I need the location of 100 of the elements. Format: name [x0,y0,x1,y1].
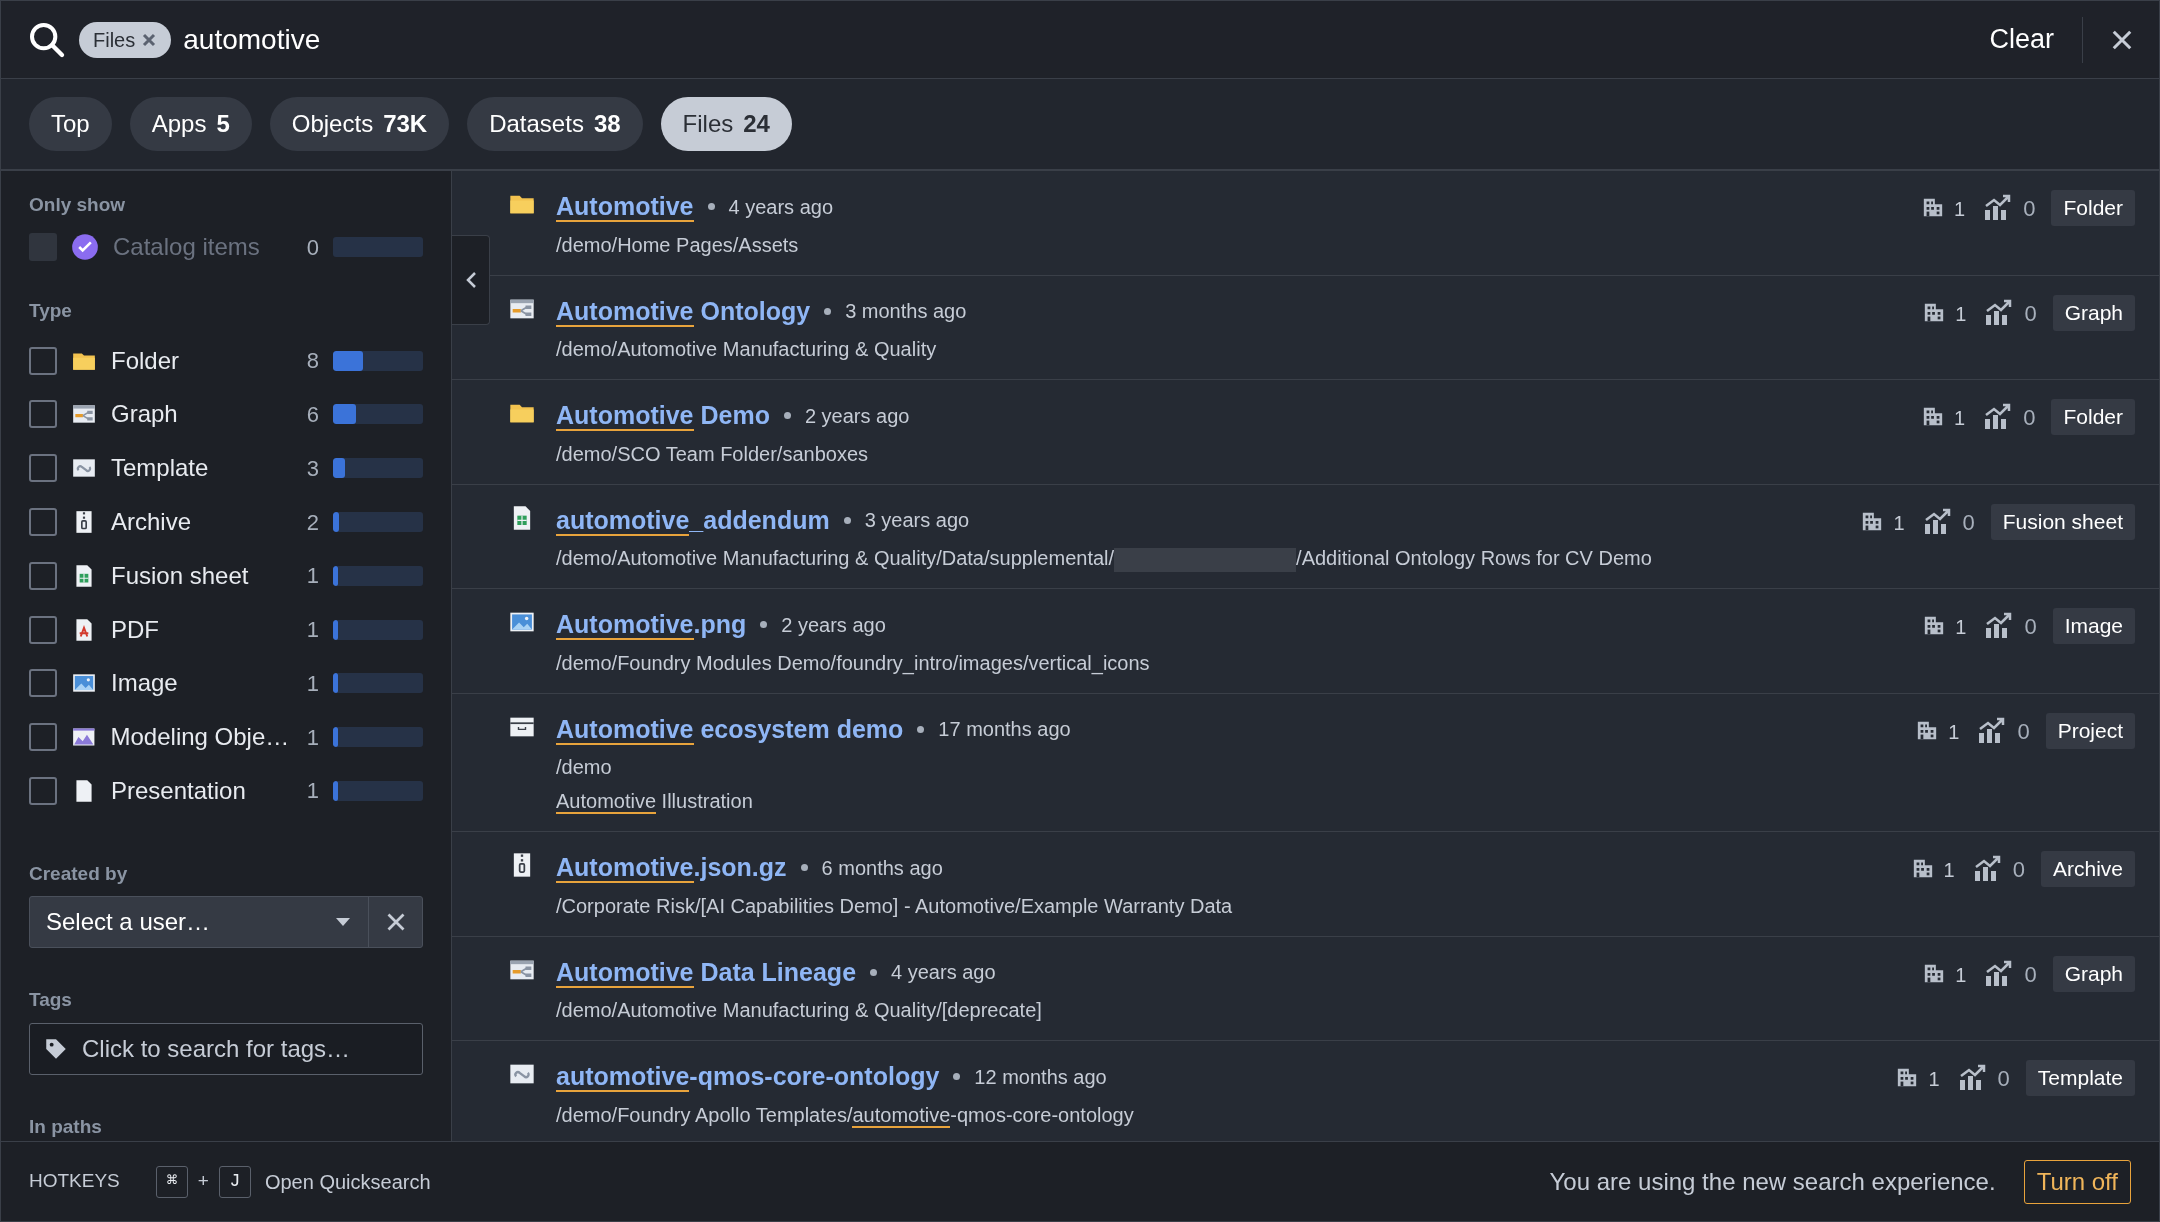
modified-time: 12 months ago [974,1064,1107,1090]
result-title-link[interactable]: Automotive Data Lineage [556,953,857,991]
project-count: 1 [1954,197,1966,222]
clear-button[interactable]: Clear [1973,19,2070,60]
type-tag: Fusion sheet [1990,503,2135,540]
close-icon[interactable] [2111,28,2133,51]
result-path: /demo/Foundry Apollo Templates/automotive-qmos-core-ontology [556,1102,1135,1130]
usage-count: 0 [2017,717,2030,746]
filter-count: 1 [305,669,319,698]
result-path: /demo/Foundry Modules Demo/foundry_intro/images/vertical_icons [556,650,1151,677]
result-title-link[interactable]: Automotive Demo [556,397,770,435]
chip-label: Files [93,27,136,53]
modified-time: 3 years ago [864,508,970,534]
project-count: 1 [1954,406,1966,431]
result-path: /demo [556,755,613,780]
remove-icon[interactable] [141,31,158,48]
trend-chart-icon [1957,1064,1988,1090]
plus-sign: + [197,1169,209,1194]
checkbox[interactable] [29,776,57,805]
collapse-button[interactable] [452,235,490,325]
filter-label[interactable]: Graph [111,396,289,433]
type-tag: Image [2052,608,2135,644]
checkbox[interactable] [29,615,57,644]
modified-time: 2 years ago [804,403,910,429]
filter-count: 1 [305,616,319,645]
type-tag: Archive [2040,851,2135,887]
filter-count: 1 [305,562,319,591]
project-count: 1 [1943,858,1955,883]
type-tag: Template [2025,1060,2135,1096]
filter-count: 2 [305,508,319,537]
result-path: Automotive Illustration [556,789,754,816]
project-count: 1 [1928,1067,1940,1092]
section-label: Tags [29,988,73,1012]
section-label: Type [29,299,73,324]
modified-time: 4 years ago [728,194,833,220]
search-field[interactable]: automotive [183,18,1962,61]
result-path: /demo/Automotive Manufacturing & Quality/[deprecate] [556,998,1043,1023]
filter-count: 1 [305,777,319,806]
result-title-link[interactable]: automotive_addendum [556,501,830,539]
result-path: /demo/Automotive Manufacturing & Quality/Data/supplemental/ /Additional Ontology Rows for CV Demo [556,543,1842,573]
filter-count: 8 [305,347,319,376]
result-path: /Corporate Risk/[AI Capabilities Demo] - Automotive/Example Warranty Data [556,893,1234,919]
result-title-link[interactable]: Automotive.png [556,606,747,644]
modified-time: 2 years ago [781,612,886,638]
type-tag: Folder [2051,399,2135,435]
modified-time: 3 months ago [845,299,967,325]
type-tag: Folder [2051,190,2135,226]
usage-count: 0 [1997,1065,2010,1093]
result-title-link[interactable]: Automotive [556,188,694,226]
usage-count: 0 [2024,613,2037,641]
tags-field[interactable]: Click to search for tags… [29,1022,423,1075]
filter-label[interactable]: Fusion sheet [111,557,289,594]
category-tab[interactable]: Datasets 38 [467,97,643,151]
usage-count: 0 [2024,299,2037,328]
checkbox[interactable] [29,346,57,375]
checkbox[interactable] [29,561,57,590]
turn-off-button[interactable]: Turn off [2023,1159,2131,1204]
section-label: In paths [29,1114,103,1139]
result-title-link[interactable]: automotive-qmos-core-ontology [556,1058,940,1096]
filter-label[interactable]: Presentation [111,772,289,809]
checkbox[interactable] [29,723,57,752]
result-title-link[interactable]: Automotive Ontology [556,292,811,330]
usage-count: 0 [2023,404,2036,432]
result-title-link[interactable]: Automotive ecosystem demo [556,710,904,748]
building-icon [1922,196,1945,218]
modified-time: 6 months ago [821,855,943,881]
result-title-link[interactable]: Automotive.json.gz [556,849,787,887]
result-path: /demo/SCO Team Folder/sanboxes [556,441,869,467]
checkbox[interactable] [29,669,57,698]
result-path: /demo/Home Pages/Assets [556,232,800,258]
type-tag: Project [2045,712,2135,749]
usage-count: 0 [2024,960,2037,989]
filter-label[interactable]: Folder [111,342,289,379]
filter-label[interactable]: Archive [111,504,289,540]
verified-badge-icon [71,233,99,262]
key: ⌘ [155,1165,188,1198]
building-icon [1911,857,1934,879]
trend-chart-icon [1922,507,1953,534]
filter-label[interactable]: PDF [111,611,289,648]
category-tab[interactable]: Apps 5 [129,97,252,151]
result-path: /demo/Automotive Manufacturing & Quality [556,337,938,362]
modified-time: 17 months ago [938,717,1071,743]
filter-label: Catalog items [113,232,261,263]
project-count: 1 [1955,962,1967,988]
checkbox[interactable] [29,508,57,536]
section-label: Created by [29,861,129,886]
category-tab[interactable]: Files 24 [660,97,792,151]
project-count: 1 [1955,615,1967,640]
category-tab[interactable]: Objects 73K [269,97,450,151]
filter-label[interactable]: Image [111,665,289,702]
category-tab[interactable]: Top [29,97,112,151]
building-icon [1923,614,1946,636]
trend-chart-icon [1972,855,2003,881]
checkbox[interactable] [29,400,57,429]
checkbox[interactable] [29,454,57,483]
filter-count: 1 [305,723,319,752]
project-count: 1 [1955,301,1967,327]
filter-label[interactable]: Template [111,450,289,487]
modified-time: 4 years ago [891,960,996,986]
filter-label[interactable]: Modeling Obje… [110,719,290,756]
